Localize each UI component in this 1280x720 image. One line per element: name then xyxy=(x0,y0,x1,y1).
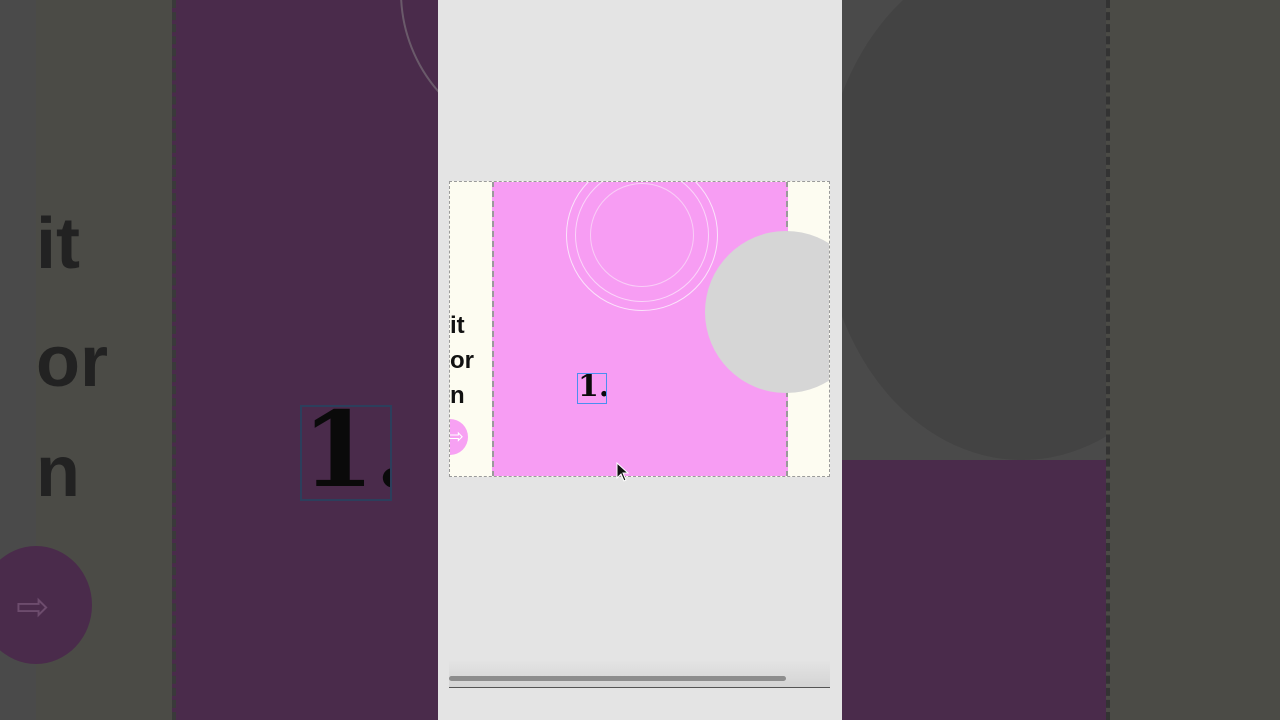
background-cream-strip-right xyxy=(1106,0,1280,720)
slide-text-line-3: n xyxy=(450,382,465,409)
pointer-cursor-icon xyxy=(616,462,630,482)
previous-slide-text: it or n xyxy=(450,308,474,413)
current-slide-page[interactable]: 1. xyxy=(492,182,829,476)
background-number-label: 1. xyxy=(300,405,392,501)
slide-text-line-1: it xyxy=(450,312,465,339)
arrow-right-icon[interactable]: ⇨ xyxy=(450,419,468,455)
background-text-line-2: or xyxy=(36,322,108,402)
editor-stage[interactable]: it or n ⇨ 1. xyxy=(438,0,842,720)
arrow-right-icon: ⇨ xyxy=(16,585,50,629)
selected-number-text[interactable]: 1. xyxy=(577,373,607,404)
decorative-ring-inner xyxy=(590,183,694,287)
background-text-line-1: it xyxy=(36,204,80,284)
horizontal-scrollbar[interactable] xyxy=(449,660,830,688)
grey-circle-shape[interactable] xyxy=(705,231,829,393)
background-text-line-3: n xyxy=(36,432,80,512)
scrollbar-thumb[interactable] xyxy=(449,676,786,681)
background-purple-panel xyxy=(172,0,438,720)
background-left-panel: it or n 1. ⇨ xyxy=(0,0,438,720)
design-canvas[interactable]: it or n ⇨ 1. xyxy=(449,181,830,477)
slide-text-line-2: or xyxy=(450,347,474,374)
background-right-panel xyxy=(842,0,1280,720)
